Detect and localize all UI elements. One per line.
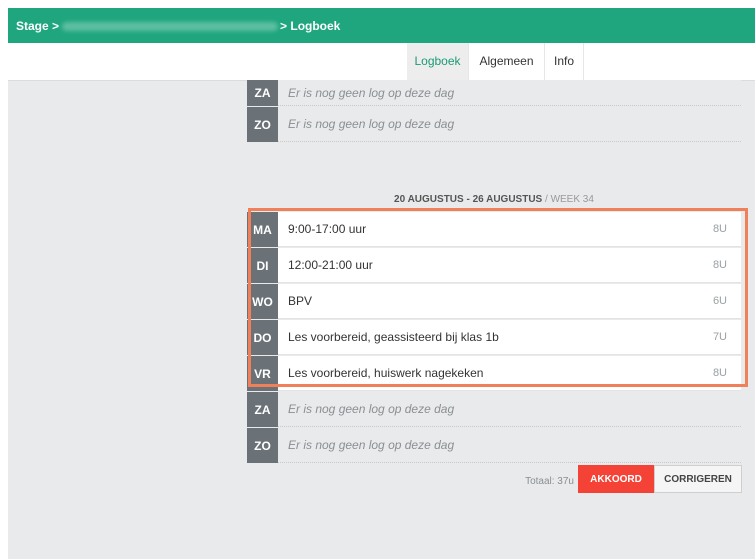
log-entry-text: Er is nog geen log op deze dag <box>278 392 741 427</box>
breadcrumb-separator-icon: > <box>52 19 60 33</box>
day-badge: MA <box>247 212 278 247</box>
log-entry-description: 12:00-21:00 uur <box>288 258 373 272</box>
week-separator: / <box>545 194 548 205</box>
log-entry-hours: 8U <box>712 223 727 235</box>
breadcrumb-current: > Logboek <box>280 19 340 33</box>
tab-logboek[interactable]: Logboek <box>407 43 468 80</box>
tab-algemeen[interactable]: Algemeen <box>469 43 544 80</box>
top-bar: Stage > > Logboek <box>8 8 755 43</box>
log-entry-text: Les voorbereid, huiswerk nagekeken 8U <box>278 356 741 391</box>
list-item[interactable]: ZO Er is nog geen log op deze dag <box>247 428 741 463</box>
list-item[interactable]: ZO Er is nog geen log op deze dag <box>247 107 741 142</box>
breadcrumb-stage[interactable]: Stage > <box>16 19 59 33</box>
day-badge: DO <box>247 320 278 355</box>
approve-button[interactable]: AKKOORD <box>578 465 654 493</box>
day-badge: DI <box>247 248 278 283</box>
log-entry-description: BPV <box>288 294 313 308</box>
log-row-wo[interactable]: WO BPV 6U <box>247 284 741 319</box>
tab-divider <box>583 43 584 80</box>
breadcrumb-redacted <box>62 22 278 31</box>
log-entry-description: Les voorbereid, geassisteerd bij klas 1b <box>288 330 499 344</box>
total-hours: Totaal: 37u <box>525 476 574 487</box>
week-number: WEEK 34 <box>550 194 594 205</box>
log-entry-text: 12:00-21:00 uur 8U <box>278 248 741 283</box>
breadcrumb-current-label: Logboek <box>290 19 341 33</box>
week-range: 20 AUGUSTUS - 26 AUGUSTUS <box>394 194 543 205</box>
log-entry-hours: 7U <box>712 331 727 343</box>
log-row-do[interactable]: DO Les voorbereid, geassisteerd bij klas… <box>247 320 741 355</box>
breadcrumb-separator-icon: > <box>280 19 288 33</box>
tab-info[interactable]: Info <box>545 43 583 80</box>
log-entry-description: Les voorbereid, huiswerk nagekeken <box>288 366 484 380</box>
day-badge: ZA <box>247 392 278 427</box>
log-entry-text: BPV 6U <box>278 284 741 319</box>
list-item[interactable]: ZA Er is nog geen log op deze dag <box>247 80 741 106</box>
tab-bar: Logboek Algemeen Info <box>8 43 755 81</box>
list-item[interactable]: ZA Er is nog geen log op deze dag <box>247 392 741 427</box>
day-badge: ZA <box>247 80 278 106</box>
log-entry-description: 9:00-17:00 uur <box>288 222 367 236</box>
day-badge: WO <box>247 284 278 319</box>
log-row-di[interactable]: DI 12:00-21:00 uur 8U <box>247 248 741 283</box>
day-badge: ZO <box>247 107 278 142</box>
week-heading: 20 AUGUSTUS - 26 AUGUSTUS / WEEK 34 <box>247 194 741 205</box>
log-row-ma[interactable]: MA 9:00-17:00 uur 8U <box>247 212 741 247</box>
day-badge: VR <box>247 356 278 391</box>
breadcrumb-stage-label[interactable]: Stage <box>16 19 49 33</box>
log-entry-text: Er is nog geen log op deze dag <box>278 80 741 106</box>
log-entry-text: Er is nog geen log op deze dag <box>278 107 741 142</box>
app-frame: Stage > > Logboek Logboek Algemeen Info … <box>8 8 755 559</box>
log-entry-text: 9:00-17:00 uur 8U <box>278 212 741 247</box>
log-entry-hours: 8U <box>712 259 727 271</box>
log-entry-hours: 6U <box>712 295 727 307</box>
day-badge: ZO <box>247 428 278 463</box>
correct-button[interactable]: CORRIGEREN <box>654 465 742 493</box>
log-entry-text: Er is nog geen log op deze dag <box>278 428 741 463</box>
log-entry-hours: 8U <box>712 367 727 379</box>
log-entry-text: Les voorbereid, geassisteerd bij klas 1b… <box>278 320 741 355</box>
log-row-vr[interactable]: VR Les voorbereid, huiswerk nagekeken 8U <box>247 356 741 391</box>
